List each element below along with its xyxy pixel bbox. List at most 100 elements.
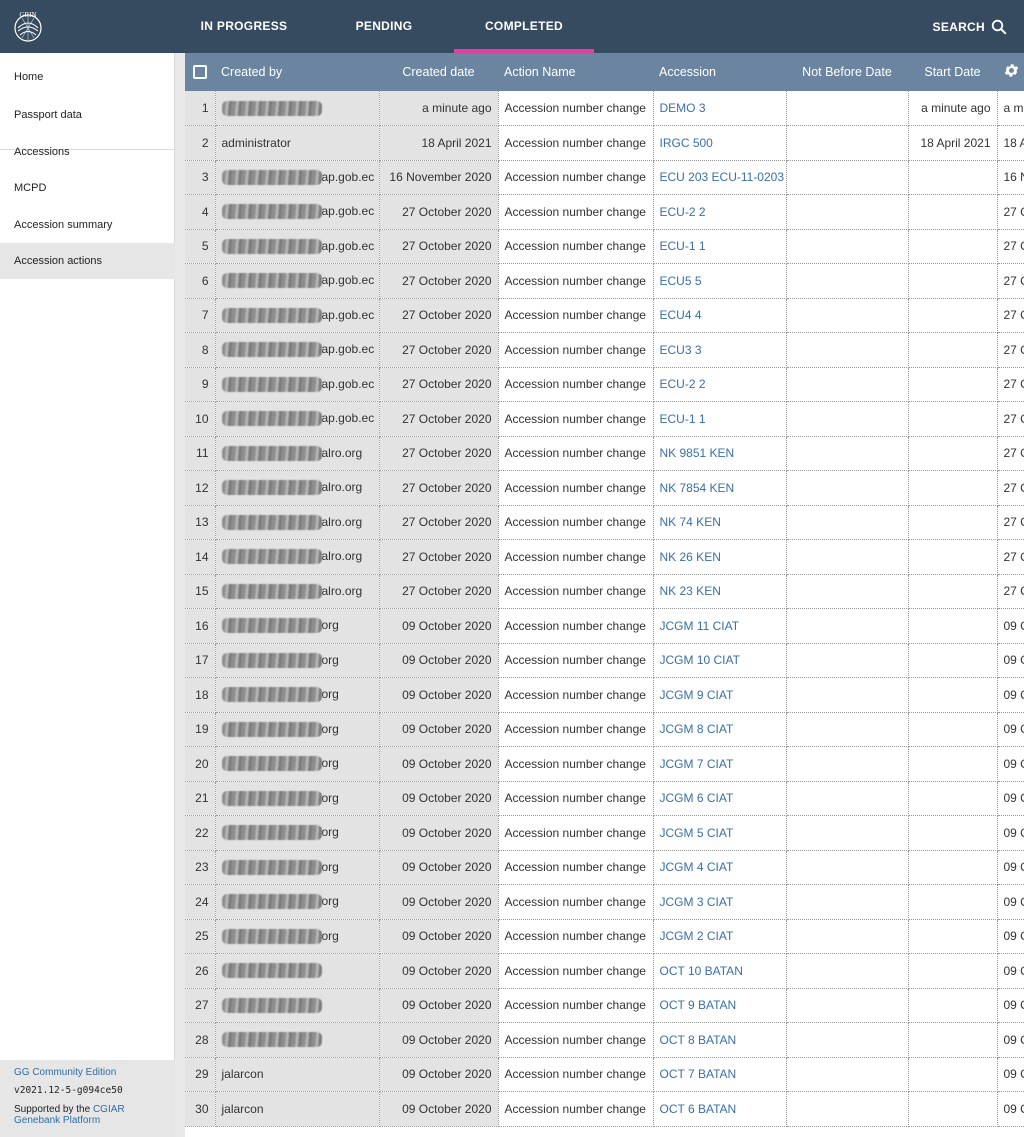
table-row[interactable]: 20 org 09 October 2020 Accession number cha… [185, 746, 1024, 782]
accession-link[interactable]: NK 7854 KEN [660, 481, 735, 495]
accession-link[interactable]: ECU5 5 [660, 274, 702, 288]
table-row[interactable]: 6 ap.gob.ec 27 October 2020 Accession numbe… [185, 263, 1024, 299]
accession-link[interactable]: ECU 203 ECU-11-0203 [660, 170, 785, 184]
column-header-not-before-date[interactable]: Not Before Date [786, 53, 908, 91]
table-row[interactable]: 4 ap.gob.ec 27 October 2020 Accession numbe… [185, 194, 1024, 230]
accession-link[interactable]: NK 26 KEN [660, 550, 721, 564]
table-row[interactable]: 25 org 09 October 2020 Accession number cha… [185, 919, 1024, 954]
column-header-start-date[interactable]: Start Date [908, 53, 997, 91]
accession-link[interactable]: OCT 10 BATAN [660, 964, 743, 978]
accession-link[interactable]: JCGM 2 CIAT [660, 929, 734, 943]
select-all-checkbox[interactable] [193, 65, 207, 80]
grin-logo[interactable]: GRIN [10, 8, 46, 44]
tab-pending[interactable]: PENDING [346, 0, 422, 53]
sidebar-item-accession-summary[interactable]: Accession summary [0, 207, 175, 243]
gear-icon[interactable] [1003, 62, 1020, 79]
accession-link[interactable]: JCGM 5 CIAT [660, 826, 734, 840]
accession-link[interactable]: OCT 7 BATAN [660, 1067, 737, 1081]
table-row[interactable]: 2 administrator 18 April 2021 Accession num… [185, 125, 1024, 161]
table-row[interactable]: 8 ap.gob.ec 27 October 2020 Accession numbe… [185, 332, 1024, 368]
tab-in-progress[interactable]: IN PROGRESS [196, 0, 292, 53]
action-name-cell: Accession number change [498, 1022, 654, 1058]
table-row[interactable]: 16 org 09 October 2020 Accession number cha… [185, 608, 1024, 644]
accession-link[interactable]: ECU4 4 [660, 308, 702, 322]
table-row[interactable]: 15 alro.org 27 October 2020 Accession numbe… [185, 574, 1024, 609]
accession-link[interactable]: JCGM 8 CIAT [660, 722, 734, 736]
column-header-action-name[interactable]: Action Name [498, 53, 653, 91]
sidebar-item-accessions[interactable]: Accessions [0, 134, 175, 170]
action-name-cell: Accession number change [498, 539, 654, 575]
column-header-accession[interactable]: Accession [653, 53, 786, 91]
column-header-created-date[interactable]: Created date [379, 53, 498, 91]
accession-link[interactable]: JCGM 9 CIAT [660, 688, 734, 702]
redacted-text [221, 859, 322, 875]
sidebar-item-mcpd[interactable]: MCPD [0, 170, 175, 206]
table-row[interactable]: 19 org 09 October 2020 Accession number cha… [185, 712, 1024, 747]
table-row[interactable]: 29 jalarcon 09 October 2020 Accession numbe… [185, 1057, 1024, 1092]
accession-link[interactable]: IRGC 500 [660, 136, 713, 150]
table-body: 1a minute ago Accession number change DEMO… [185, 91, 1024, 1127]
table-row[interactable]: 14 alro.org 27 October 2020 Accession numbe… [185, 539, 1024, 575]
accession-link[interactable]: OCT 6 BATAN [660, 1102, 737, 1116]
table-row[interactable]: 7 ap.gob.ec 27 October 2020 Accession numbe… [185, 298, 1024, 333]
accession-link[interactable]: JCGM 11 CIAT [660, 619, 740, 633]
created-date-cell: 09 October 2020 [379, 608, 499, 644]
table-row[interactable]: 12 alro.org 27 October 2020 Accession numbe… [185, 470, 1024, 506]
table-row[interactable]: 5 ap.gob.ec 27 October 2020 Accession numbe… [185, 229, 1024, 264]
table-row[interactable]: 28 09 October 2020 Accession number change… [185, 1022, 1024, 1058]
accession-cell: NK 26 KEN [653, 539, 787, 575]
created-date-cell: 09 October 2020 [379, 643, 499, 678]
redacted-text [221, 928, 322, 944]
search-button[interactable]: SEARCH [933, 0, 1007, 53]
table-row[interactable]: 26 09 October 2020 Accession number change… [185, 953, 1024, 989]
column-header-created-by[interactable]: Created by [215, 53, 379, 91]
table-row[interactable]: 17 org 09 October 2020 Accession number cha… [185, 643, 1024, 678]
created-date-cell: 09 October 2020 [379, 781, 499, 816]
accession-link[interactable]: OCT 9 BATAN [660, 998, 737, 1012]
not-before-date-cell [786, 505, 909, 540]
sidebar-item-home[interactable]: Home [0, 59, 175, 95]
accession-link[interactable]: NK 23 KEN [660, 584, 721, 598]
table-row[interactable]: 9 ap.gob.ec 27 October 2020 Accession numbe… [185, 367, 1024, 402]
table-row[interactable]: 1a minute ago Accession number change DEMO… [185, 91, 1024, 126]
created-by-cell: ap.gob.ec [215, 332, 380, 368]
edition-link[interactable]: GG Community Edition [14, 1067, 161, 1078]
accession-link[interactable]: ECU-1 1 [660, 239, 706, 253]
accession-link[interactable]: JCGM 10 CIAT [660, 653, 740, 667]
accession-link[interactable]: JCGM 7 CIAT [660, 757, 734, 771]
accession-link[interactable]: ECU-1 1 [660, 412, 706, 426]
table-row[interactable]: 18 org 09 October 2020 Accession number cha… [185, 677, 1024, 713]
table-row[interactable]: 23 org 09 October 2020 Accession number cha… [185, 850, 1024, 885]
start-date-cell [908, 332, 998, 368]
table-row[interactable]: 22 org 09 October 2020 Accession number cha… [185, 815, 1024, 851]
table-row[interactable]: 10 ap.gob.ec 27 October 2020 Accession numb… [185, 401, 1024, 437]
table-row[interactable]: 11 alro.org 27 October 2020 Accession numbe… [185, 436, 1024, 471]
actions-table-container[interactable]: Created by Created date Action Name Acce… [185, 53, 1024, 1137]
table-row[interactable]: 13 alro.org 27 October 2020 Accession numbe… [185, 505, 1024, 540]
accession-link[interactable]: NK 74 KEN [660, 515, 721, 529]
sidebar-item-accession-actions[interactable]: Accession actions [0, 243, 175, 279]
tab-completed[interactable]: COMPLETED [454, 0, 594, 53]
accession-link[interactable]: NK 9851 KEN [660, 446, 735, 460]
table-row[interactable]: 30 jalarcon 09 October 2020 Accession numbe… [185, 1091, 1024, 1127]
table-row[interactable]: 3 ap.gob.ec 16 November 2020 Accession numb… [185, 160, 1024, 195]
overflow-date-cell: 09 C [997, 953, 1024, 989]
not-before-date-cell [786, 643, 909, 678]
accession-link[interactable]: JCGM 3 CIAT [660, 895, 734, 909]
accession-link[interactable]: ECU3 3 [660, 343, 702, 357]
accession-link[interactable]: JCGM 4 CIAT [660, 860, 734, 874]
accession-link[interactable]: JCGM 6 CIAT [660, 791, 734, 805]
start-date-cell [908, 677, 998, 713]
accession-link[interactable]: ECU-2 2 [660, 205, 706, 219]
sidebar-item-passport-data[interactable]: Passport data [0, 97, 175, 133]
table-row[interactable]: 27 09 October 2020 Accession number change… [185, 988, 1024, 1023]
table-row[interactable]: 21 org 09 October 2020 Accession number cha… [185, 781, 1024, 816]
accession-link[interactable]: ECU-2 2 [660, 377, 706, 391]
accession-link[interactable]: OCT 8 BATAN [660, 1033, 737, 1047]
created-by-cell: org [215, 746, 380, 782]
created-by-cell: alro.org [215, 436, 380, 471]
table-row[interactable]: 24 org 09 October 2020 Accession number cha… [185, 884, 1024, 920]
created-by-cell: org [215, 850, 380, 885]
accession-cell: JCGM 10 CIAT [653, 643, 787, 678]
accession-link[interactable]: DEMO 3 [660, 101, 706, 115]
